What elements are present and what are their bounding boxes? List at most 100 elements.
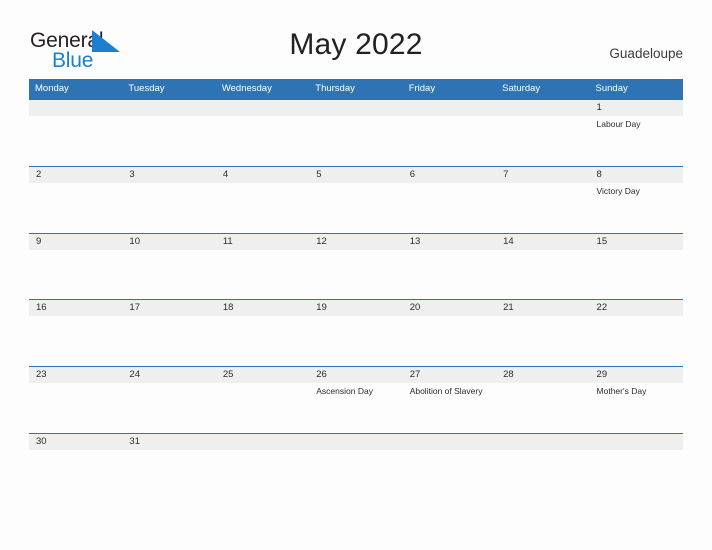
day-header-friday: Friday [408, 83, 436, 94]
day-number[interactable] [216, 100, 309, 116]
page-header: General Blue May 2022 Guadeloupe [0, 0, 712, 79]
day-number[interactable] [309, 434, 402, 450]
day-number[interactable] [216, 434, 309, 450]
day-number[interactable]: 22 [590, 300, 683, 316]
week-row: 16 17 18 19 20 21 22 [29, 299, 683, 366]
calendar-location-label: Guadeloupe [609, 46, 683, 61]
day-number[interactable] [590, 434, 683, 450]
week-event-band: Ascension Day Abolition of Slavery Mothe… [29, 383, 683, 397]
day-event [309, 183, 402, 197]
day-number[interactable]: 19 [309, 300, 402, 316]
day-event [403, 450, 496, 453]
day-event: Mother's Day [596, 386, 647, 397]
day-number[interactable]: 6 [403, 167, 496, 183]
week-row: 1 Labour Day [29, 99, 683, 166]
week-event-band: Labour Day [29, 116, 683, 130]
day-event [122, 183, 215, 197]
day-number[interactable]: 7 [496, 167, 589, 183]
day-header-saturday: Saturday [502, 83, 541, 94]
day-event [403, 183, 496, 197]
day-number[interactable] [403, 100, 496, 116]
day-event [216, 383, 309, 397]
day-event [403, 316, 496, 319]
day-number[interactable] [309, 100, 402, 116]
day-number[interactable] [29, 100, 122, 116]
day-number[interactable] [403, 434, 496, 450]
day-event [122, 383, 215, 397]
day-event [496, 183, 589, 197]
day-event [29, 116, 122, 130]
day-event [309, 450, 402, 453]
day-number[interactable]: 15 [590, 234, 683, 250]
day-header-sunday: Sunday [595, 83, 628, 94]
day-event [496, 450, 589, 453]
day-number[interactable]: 5 [309, 167, 402, 183]
day-number[interactable] [496, 434, 589, 450]
day-event [590, 316, 683, 319]
day-number[interactable]: 11 [216, 234, 309, 250]
week-date-number-band: 2 3 4 5 6 7 8 [29, 166, 683, 183]
day-number[interactable]: 28 [496, 367, 589, 383]
day-event [496, 116, 589, 130]
day-header-monday: Monday [35, 83, 69, 94]
day-event: Abolition of Slavery [409, 386, 483, 397]
day-number[interactable]: 1 [590, 100, 683, 116]
day-event [29, 316, 122, 319]
day-event [122, 116, 215, 130]
day-number[interactable]: 18 [216, 300, 309, 316]
day-number[interactable]: 20 [403, 300, 496, 316]
week-event-band [29, 450, 683, 453]
week-event-band [29, 316, 683, 319]
day-event [590, 250, 683, 253]
day-event: Victory Day [596, 185, 640, 196]
day-number[interactable]: 16 [29, 300, 122, 316]
day-header-tuesday: Tuesday [128, 83, 165, 94]
day-event [29, 383, 122, 397]
day-number[interactable]: 2 [29, 167, 122, 183]
day-number[interactable]: 21 [496, 300, 589, 316]
calendar-grid: Monday Tuesday Wednesday Thursday Friday… [29, 79, 683, 463]
day-event [122, 316, 215, 319]
week-row: 9 10 11 12 13 14 15 [29, 232, 683, 300]
day-event [122, 450, 215, 453]
day-header-thursday: Thursday [315, 83, 355, 94]
day-number[interactable]: 26 [309, 367, 402, 383]
day-number[interactable]: 12 [309, 234, 402, 250]
week-date-number-band: 30 31 [29, 433, 683, 450]
day-number[interactable]: 24 [122, 367, 215, 383]
day-number[interactable]: 9 [29, 234, 122, 250]
day-number[interactable] [122, 100, 215, 116]
day-number[interactable]: 30 [29, 434, 122, 450]
week-date-number-band: 16 17 18 19 20 21 22 [29, 300, 683, 317]
day-number[interactable]: 31 [122, 434, 215, 450]
day-event [216, 183, 309, 197]
day-number[interactable]: 23 [29, 367, 122, 383]
page-title: May 2022 [289, 28, 423, 61]
day-number[interactable]: 3 [122, 167, 215, 183]
day-event [216, 250, 309, 253]
day-event [403, 116, 496, 130]
day-event [122, 250, 215, 253]
day-number[interactable]: 27 [403, 367, 496, 383]
week-row: 30 31 [29, 432, 683, 463]
day-event [309, 250, 402, 253]
day-event [29, 183, 122, 197]
week-event-band: Victory Day [29, 183, 683, 197]
day-number[interactable]: 4 [216, 167, 309, 183]
day-number[interactable]: 8 [590, 167, 683, 183]
day-number[interactable]: 29 [590, 367, 683, 383]
day-number[interactable]: 10 [122, 234, 215, 250]
day-event [496, 250, 589, 253]
day-number[interactable] [496, 100, 589, 116]
day-number[interactable]: 14 [496, 234, 589, 250]
day-number[interactable]: 25 [216, 367, 309, 383]
day-event [496, 316, 589, 319]
day-event: Ascension Day [316, 386, 373, 397]
day-event [29, 450, 122, 453]
day-number[interactable]: 13 [403, 234, 496, 250]
day-number[interactable]: 17 [122, 300, 215, 316]
week-row: 23 24 25 26 27 28 29 Ascension Day Aboli… [29, 366, 683, 433]
week-date-number-band: 1 [29, 100, 683, 116]
day-header-wednesday: Wednesday [221, 83, 272, 94]
week-date-number-band: 23 24 25 26 27 28 29 [29, 367, 683, 384]
